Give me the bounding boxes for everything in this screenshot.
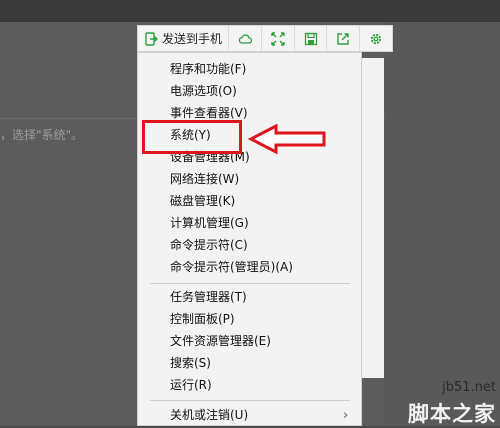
send-to-phone-icon xyxy=(145,31,158,46)
menu-item-command-prompt-admin[interactable]: 命令提示符(管理员)(A) xyxy=(170,257,293,277)
menu-item-disk-management[interactable]: 磁盘管理(K) xyxy=(170,191,235,211)
pointer-arrow-icon xyxy=(248,124,326,154)
menu-item-search[interactable]: 搜索(S) xyxy=(170,353,211,373)
watermark-logo-text: 脚本之家 xyxy=(408,402,496,426)
share-icon xyxy=(337,32,349,45)
menu-item-file-explorer[interactable]: 文件资源管理器(E) xyxy=(170,331,271,351)
article-text: ，选择"系统"。 xyxy=(0,128,84,142)
watermark-url: jb51.net xyxy=(442,380,496,395)
settings-button[interactable] xyxy=(360,26,392,51)
chevron-right-icon: › xyxy=(343,408,349,423)
save-icon xyxy=(304,32,317,45)
menu-item-command-prompt[interactable]: 命令提示符(C) xyxy=(170,235,248,255)
menu-item-power-options[interactable]: 电源选项(O) xyxy=(170,81,237,101)
watermark: jb51.net 脚本之家 xyxy=(394,378,500,426)
fullscreen-icon xyxy=(271,31,285,46)
winx-context-menu: 程序和功能(F) 电源选项(O) 事件查看器(V) 系统(Y) 设备管理器(M)… xyxy=(137,52,362,426)
highlight-box xyxy=(142,120,242,154)
menu-separator xyxy=(150,400,350,401)
menu-separator xyxy=(150,283,350,284)
menu-item-run[interactable]: 运行(R) xyxy=(170,375,212,395)
top-band xyxy=(0,0,500,22)
menu-item-shutdown-signout[interactable]: 关机或注销(U) xyxy=(170,405,248,425)
menu-item-computer-management[interactable]: 计算机管理(G) xyxy=(170,213,249,233)
cloud-icon xyxy=(238,33,252,44)
share-button[interactable] xyxy=(327,26,361,51)
browser-toolbar: 发送到手机 xyxy=(137,25,393,52)
menu-item-task-manager[interactable]: 任务管理器(T) xyxy=(170,287,247,307)
menu-item-programs-features[interactable]: 程序和功能(F) xyxy=(170,59,246,79)
menu-item-control-panel[interactable]: 控制面板(P) xyxy=(170,309,235,329)
fullscreen-button[interactable] xyxy=(262,26,295,51)
menu-item-network-connections[interactable]: 网络连接(W) xyxy=(170,169,239,189)
save-button[interactable] xyxy=(295,26,328,51)
side-panel xyxy=(362,58,384,378)
settings-icon xyxy=(370,33,382,44)
send-to-phone-label: 发送到手机 xyxy=(162,32,223,46)
send-to-phone-button[interactable]: 发送到手机 xyxy=(138,26,230,51)
cloud-button[interactable] xyxy=(229,26,262,51)
